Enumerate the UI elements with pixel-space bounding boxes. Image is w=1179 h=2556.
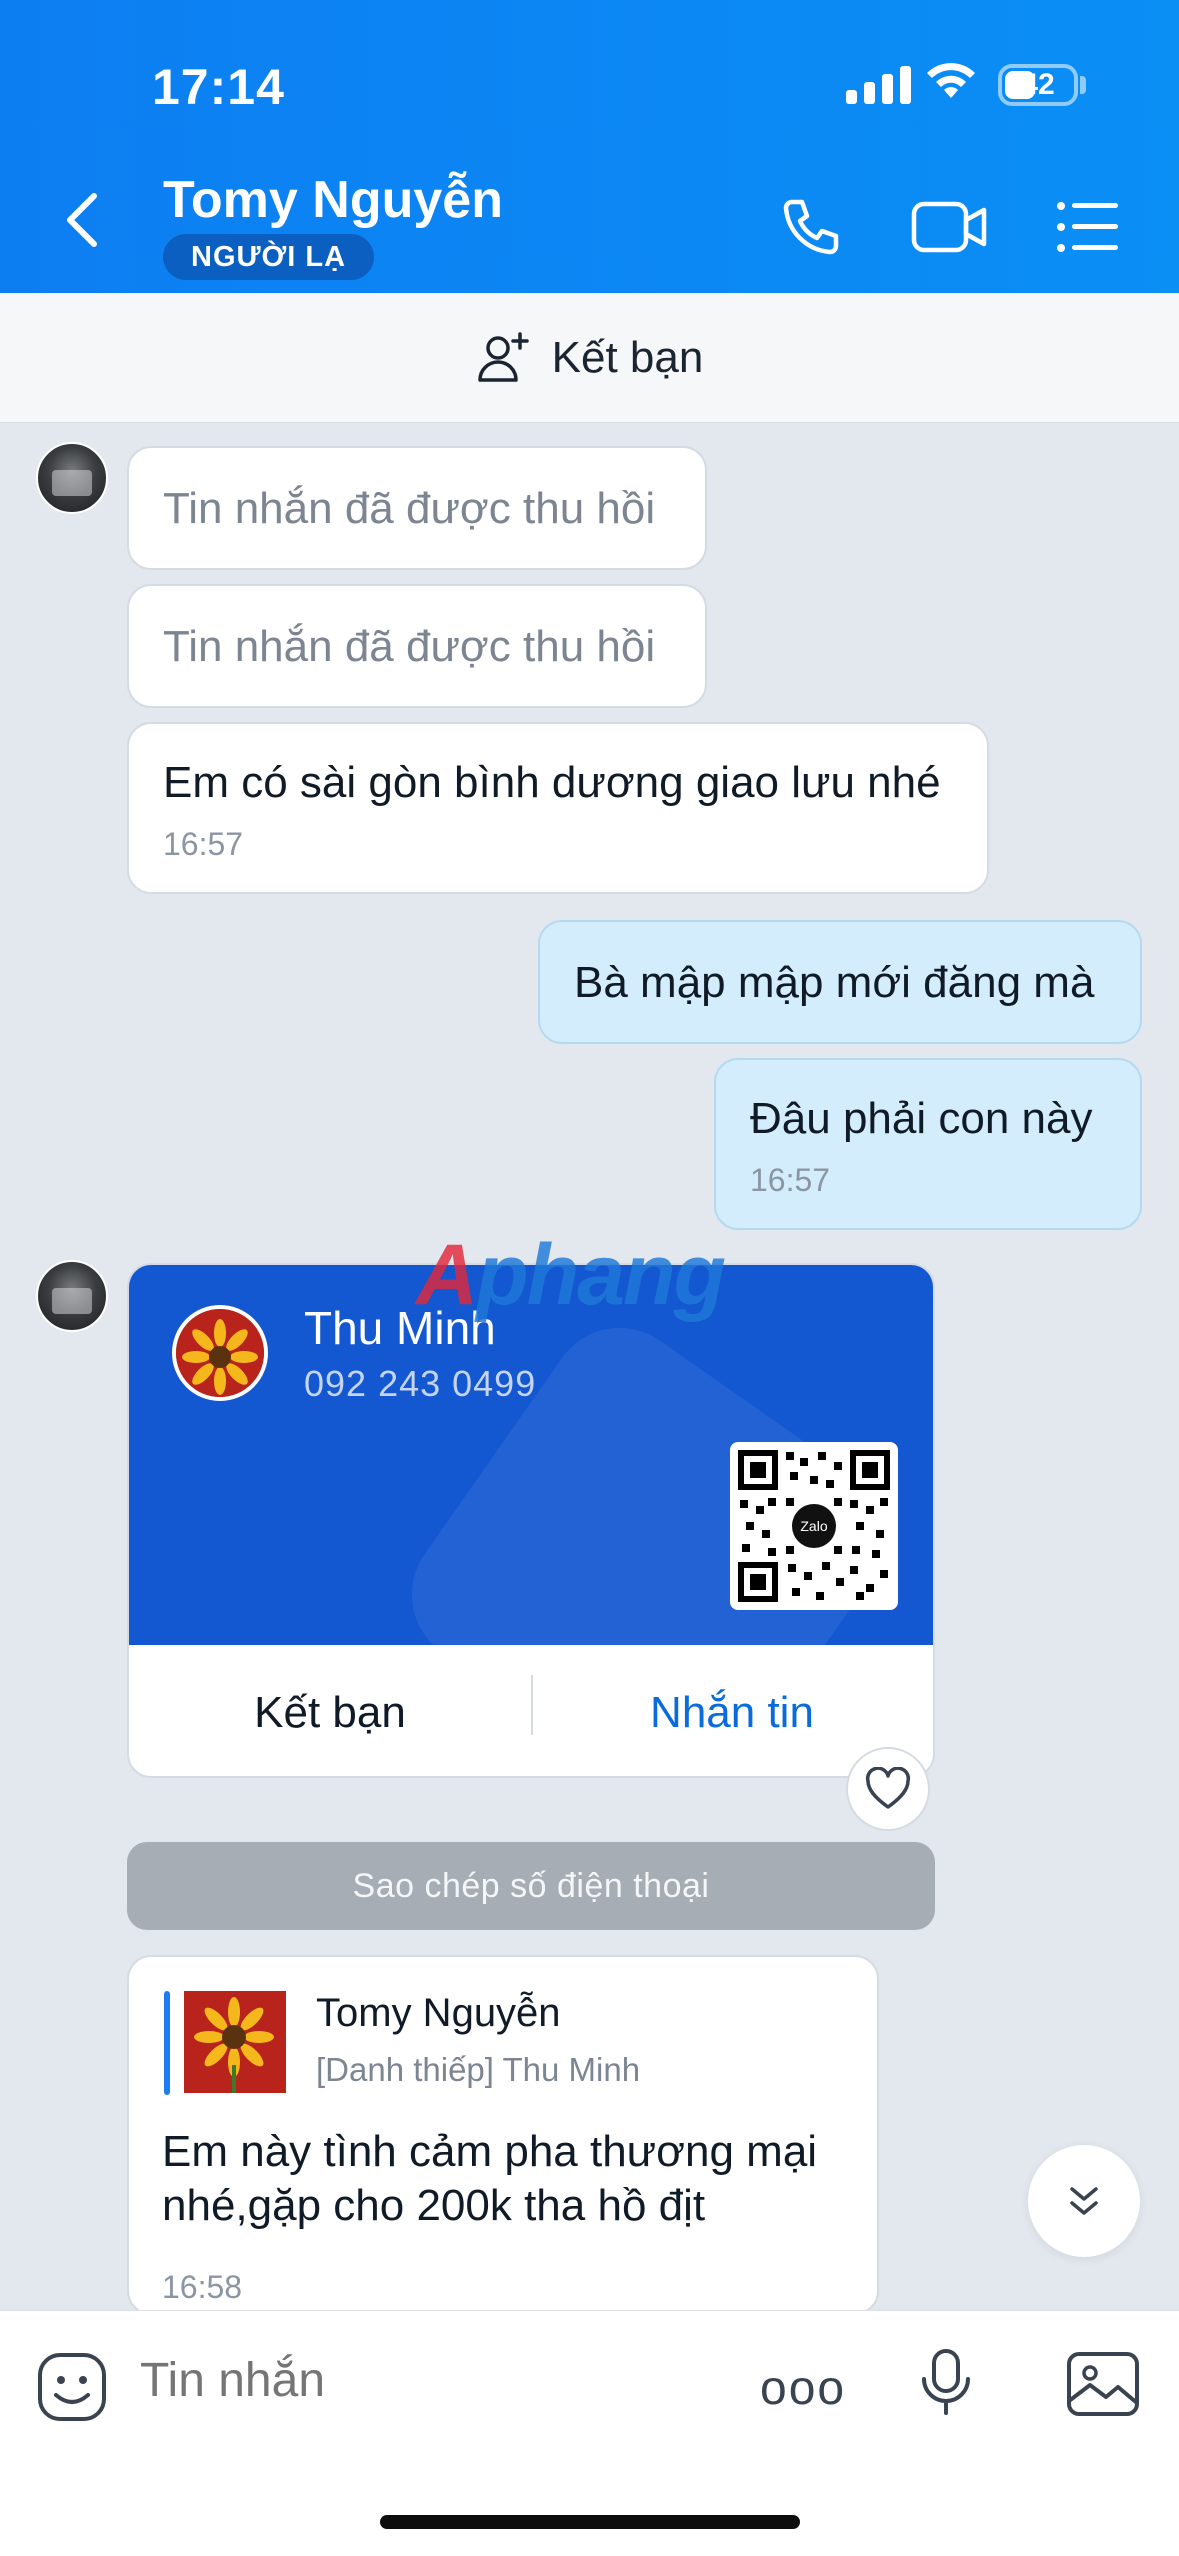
heart-icon xyxy=(865,1767,911,1809)
add-user-icon xyxy=(477,331,529,382)
add-friend-label: Kết bạn xyxy=(551,332,704,382)
chat-header: 17:14 42 Tomy Nguyễn NGƯỜI LẠ xyxy=(0,0,1179,293)
sender-avatar[interactable] xyxy=(36,1260,108,1332)
quote-content: [Danh thiếp] Thu Minh xyxy=(316,2051,641,2088)
message-text: Đâu phải con này xyxy=(750,1094,1093,1143)
watermark-logo: Aphang xyxy=(416,1226,726,1325)
contact-name[interactable]: Tomy Nguyễn xyxy=(163,170,503,230)
wifi-icon xyxy=(927,63,975,98)
my-message-bubble[interactable]: Bà mập mập mới đăng mà xyxy=(538,920,1142,1044)
quote-thumbnail xyxy=(184,1991,286,2093)
message-text: Em có sài gòn bình dương giao lưu nhé xyxy=(163,758,941,807)
message-text: Bà mập mập mới đăng mà xyxy=(574,958,1095,1007)
contact-card[interactable]: Thu Minh 092 243 0499 Zalo Kết bạn Nhắn … xyxy=(127,1263,935,1778)
card-phone-number: 092 243 0499 xyxy=(304,1363,537,1404)
react-heart-button[interactable] xyxy=(846,1747,930,1831)
menu-list-icon[interactable] xyxy=(1056,200,1120,254)
image-gallery-icon[interactable] xyxy=(1066,2351,1140,2417)
video-call-icon[interactable] xyxy=(910,196,988,258)
more-options-button[interactable]: ooo xyxy=(760,2361,846,2416)
message-time: 16:57 xyxy=(163,826,244,862)
phone-call-icon[interactable] xyxy=(778,196,842,260)
message-text: Em này tình cảm pha thương mại nhé,gặp c… xyxy=(162,2127,818,2230)
sunflower-image xyxy=(176,1309,264,1397)
scroll-to-bottom-button[interactable] xyxy=(1028,2145,1140,2257)
card-avatar[interactable] xyxy=(172,1305,268,1401)
recalled-text: Tin nhắn đã được thu hồi xyxy=(163,622,656,671)
action-divider xyxy=(531,1675,533,1735)
status-time: 17:14 xyxy=(152,59,285,115)
quote-sender-name: Tomy Nguyễn xyxy=(316,1991,561,2035)
cellular-signal-icon xyxy=(846,64,911,104)
add-friend-bar[interactable]: Kết bạn xyxy=(0,293,1179,423)
home-indicator xyxy=(380,2515,800,2529)
recalled-message[interactable]: Tin nhắn đã được thu hồi xyxy=(127,446,707,570)
watermark-part2: phang xyxy=(476,1227,726,1323)
qr-zalo-label: Zalo xyxy=(800,1518,827,1534)
sunflower-image xyxy=(184,1991,286,2093)
card-message-button[interactable]: Nhắn tin xyxy=(531,1688,933,1738)
battery-level: 42 xyxy=(1021,68,1055,101)
recalled-text: Tin nhắn đã được thu hồi xyxy=(163,484,656,533)
qr-code[interactable]: Zalo xyxy=(730,1442,898,1610)
back-icon[interactable] xyxy=(58,190,106,250)
sender-avatar[interactable] xyxy=(36,442,108,514)
watermark-part1: A xyxy=(416,1227,478,1323)
message-time: 16:58 xyxy=(162,2269,243,2305)
card-add-friend-button[interactable]: Kết bạn xyxy=(129,1688,531,1738)
stranger-badge: NGƯỜI LẠ xyxy=(163,234,375,280)
message-time: 16:57 xyxy=(750,1162,831,1198)
message-bubble[interactable]: Em có sài gòn bình dương giao lưu nhé 16… xyxy=(127,722,989,894)
battery-cap xyxy=(1080,76,1086,94)
recalled-message[interactable]: Tin nhắn đã được thu hồi xyxy=(127,584,707,708)
double-chevron-down-icon xyxy=(1070,2187,1098,2215)
battery-icon: 42 xyxy=(998,64,1078,106)
message-input[interactable] xyxy=(140,2353,700,2408)
qr-code-icon: Zalo xyxy=(738,1450,890,1602)
sticker-emoji-icon[interactable] xyxy=(36,2351,108,2423)
reply-message-bubble[interactable]: Tomy Nguyễn [Danh thiếp] Thu Minh Em này… xyxy=(127,1955,879,2315)
microphone-icon[interactable] xyxy=(918,2347,974,2419)
card-actions: Kết bạn Nhắn tin xyxy=(129,1645,933,1776)
my-message-bubble[interactable]: Đâu phải con này 16:57 xyxy=(714,1058,1142,1230)
quote-bar xyxy=(164,1991,170,2095)
copy-phone-button[interactable]: Sao chép số điện thoại xyxy=(127,1842,935,1930)
